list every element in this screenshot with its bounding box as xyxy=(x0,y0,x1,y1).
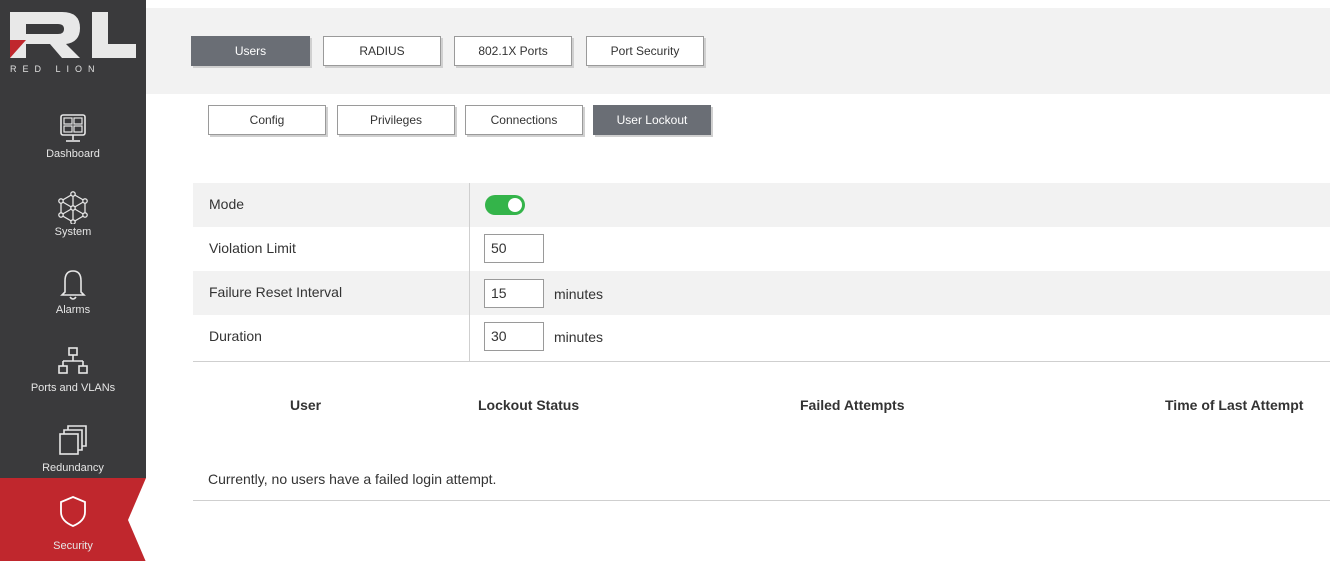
network-nodes-icon xyxy=(58,191,88,224)
tab-users[interactable]: Users xyxy=(191,36,310,66)
sidebar-item-label: Dashboard xyxy=(46,148,100,160)
sidebar-item-label: Alarms xyxy=(55,304,91,316)
sidebar-item-security[interactable]: Security xyxy=(0,478,146,561)
column-header-failed-attempts: Failed Attempts xyxy=(800,397,905,413)
mode-row: Mode xyxy=(193,183,1330,227)
failure-reset-interval-row: Failure Reset Interval xyxy=(193,271,1330,315)
shield-icon xyxy=(60,496,86,527)
empty-table-message: Currently, no users have a failed login … xyxy=(208,471,497,487)
tab-config[interactable]: Config xyxy=(208,105,326,135)
sidebar-item-alarms[interactable]: Alarms xyxy=(0,252,146,330)
violation-limit-label: Violation Limit xyxy=(209,240,296,256)
red-lion-logo[interactable]: RED LION xyxy=(0,0,146,94)
sidebar-item-dashboard[interactable]: Dashboard xyxy=(0,98,146,176)
failure-reset-interval-label: Failure Reset Interval xyxy=(209,284,343,300)
sidebar-item-label: Redundancy xyxy=(42,462,104,474)
failure-reset-interval-input[interactable]: 15 xyxy=(484,279,544,308)
toggle-knob xyxy=(508,198,522,212)
violation-limit-row: Violation Limit xyxy=(193,227,1330,271)
tab-user-lockout[interactable]: User Lockout xyxy=(593,105,711,135)
sidebar-item-label: Security xyxy=(53,540,93,552)
settings-bottom-divider xyxy=(193,361,1330,362)
tab-privileges[interactable]: Privileges xyxy=(337,105,455,135)
logo-mark-icon xyxy=(10,12,136,58)
sidebar-item-label: Ports and VLANs xyxy=(30,382,116,394)
failure-reset-interval-unit: minutes xyxy=(554,286,604,302)
duration-label: Duration xyxy=(209,328,262,344)
sidebar-item-redundancy[interactable]: Redundancy xyxy=(0,408,146,486)
bell-icon xyxy=(60,270,86,300)
brand-name: RED LION xyxy=(10,64,101,74)
settings-column-divider xyxy=(469,183,470,361)
column-header-lockout-status: Lockout Status xyxy=(478,397,580,413)
sidebar: RED LION Dashboard System Alarms Ports a… xyxy=(0,0,146,562)
tab-connections[interactable]: Connections xyxy=(465,105,583,135)
duration-unit: minutes xyxy=(554,329,604,345)
duration-input[interactable]: 30 xyxy=(484,322,544,351)
tab-8021x-ports[interactable]: 802.1X Ports xyxy=(454,36,572,66)
duration-row: Duration xyxy=(193,315,1330,359)
column-header-user: User xyxy=(290,397,322,413)
stacked-windows-icon xyxy=(59,425,87,455)
sidebar-item-system[interactable]: System xyxy=(0,176,146,254)
column-header-time-of-last-attempt: Time of Last Attempt xyxy=(1165,397,1304,413)
tab-radius[interactable]: RADIUS xyxy=(323,36,441,66)
topology-icon xyxy=(58,347,88,374)
sidebar-item-label: System xyxy=(54,226,92,238)
dashboard-icon xyxy=(60,114,86,142)
tab-port-security[interactable]: Port Security xyxy=(586,36,704,66)
table-bottom-divider xyxy=(193,500,1330,501)
sidebar-item-ports-and-vlans[interactable]: Ports and VLANs xyxy=(0,330,146,408)
mode-toggle[interactable] xyxy=(485,195,525,215)
active-indicator xyxy=(128,478,146,562)
violation-limit-input[interactable]: 50 xyxy=(484,234,544,263)
mode-label: Mode xyxy=(209,196,245,212)
